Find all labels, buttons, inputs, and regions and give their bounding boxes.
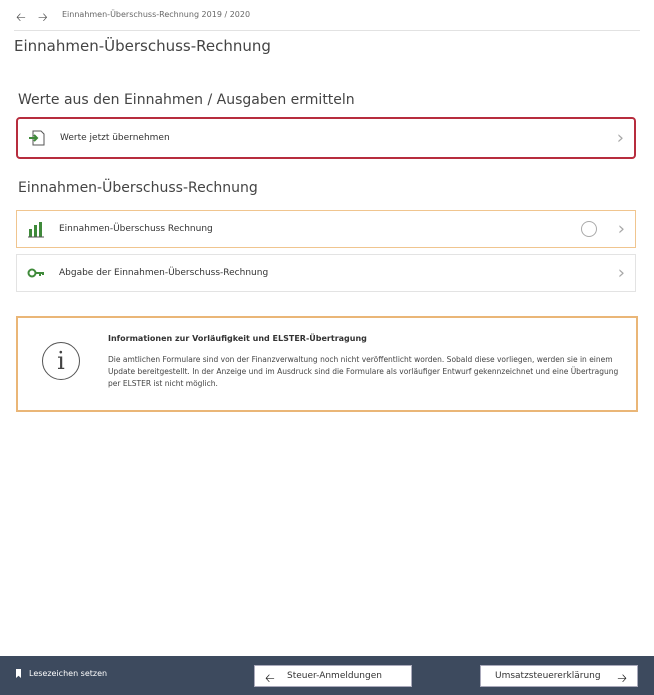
section-title-eur: Einnahmen-Überschuss-Rechnung xyxy=(18,180,258,196)
breadcrumb[interactable]: Einnahmen-Überschuss-Rechnung 2019 / 202… xyxy=(62,10,250,19)
import-document-icon xyxy=(28,129,46,147)
chevron-right-icon: › xyxy=(617,262,625,284)
page-title: Einnahmen-Überschuss-Rechnung xyxy=(14,37,271,55)
prev-label: Steuer-Anmeldungen xyxy=(287,671,382,681)
section-title-werte: Werte aus den Einnahmen / Ausgaben ermit… xyxy=(18,92,355,108)
eur-button[interactable]: Einnahmen-Überschuss Rechnung › xyxy=(16,210,636,248)
next-label: Umsatzsteuererklärung xyxy=(495,671,601,681)
arrow-right-icon: 🡢 xyxy=(617,671,627,685)
info-title: Informationen zur Vorläufigkeit und ELST… xyxy=(108,334,367,343)
info-text: Die amtlichen Formulare sind von der Fin… xyxy=(108,355,619,388)
bookmark-button[interactable]: Lesezeichen setzen xyxy=(16,669,107,678)
arrow-left-icon[interactable]: 🡠 xyxy=(16,8,26,29)
next-umsatzsteuererklaerung-button[interactable]: Umsatzsteuererklärung 🡢 xyxy=(480,665,638,687)
abgabe-eur-label: Abgabe der Einnahmen-Überschuss-Rechnung xyxy=(59,268,269,278)
loading-spinner-icon xyxy=(581,221,597,237)
bottom-bar: Lesezeichen setzen 🡠 Steuer-Anmeldungen … xyxy=(0,656,654,695)
arrow-right-icon[interactable]: 🡢 xyxy=(38,8,48,29)
werte-uebernehmen-button[interactable]: Werte jetzt übernehmen › xyxy=(16,117,636,159)
werte-uebernehmen-label: Werte jetzt übernehmen xyxy=(60,133,170,143)
eur-label: Einnahmen-Überschuss Rechnung xyxy=(59,224,213,234)
send-key-icon xyxy=(27,264,45,282)
info-box: i Informationen zur Vorläufigkeit und EL… xyxy=(16,316,638,412)
bookmark-icon xyxy=(16,669,21,678)
bookmark-label: Lesezeichen setzen xyxy=(29,669,108,678)
prev-steuer-anmeldungen-button[interactable]: 🡠 Steuer-Anmeldungen xyxy=(254,665,412,687)
chevron-right-icon: › xyxy=(617,218,625,240)
divider xyxy=(14,30,640,31)
abgabe-eur-button[interactable]: Abgabe der Einnahmen-Überschuss-Rechnung… xyxy=(16,254,636,292)
top-navigation-bar: 🡠 🡢 Einnahmen-Überschuss-Rechnung 2019 /… xyxy=(0,0,654,30)
info-icon: i xyxy=(42,342,80,380)
chevron-right-icon: › xyxy=(616,127,624,149)
arrow-left-icon: 🡠 xyxy=(265,671,275,685)
bar-chart-icon xyxy=(27,220,45,238)
